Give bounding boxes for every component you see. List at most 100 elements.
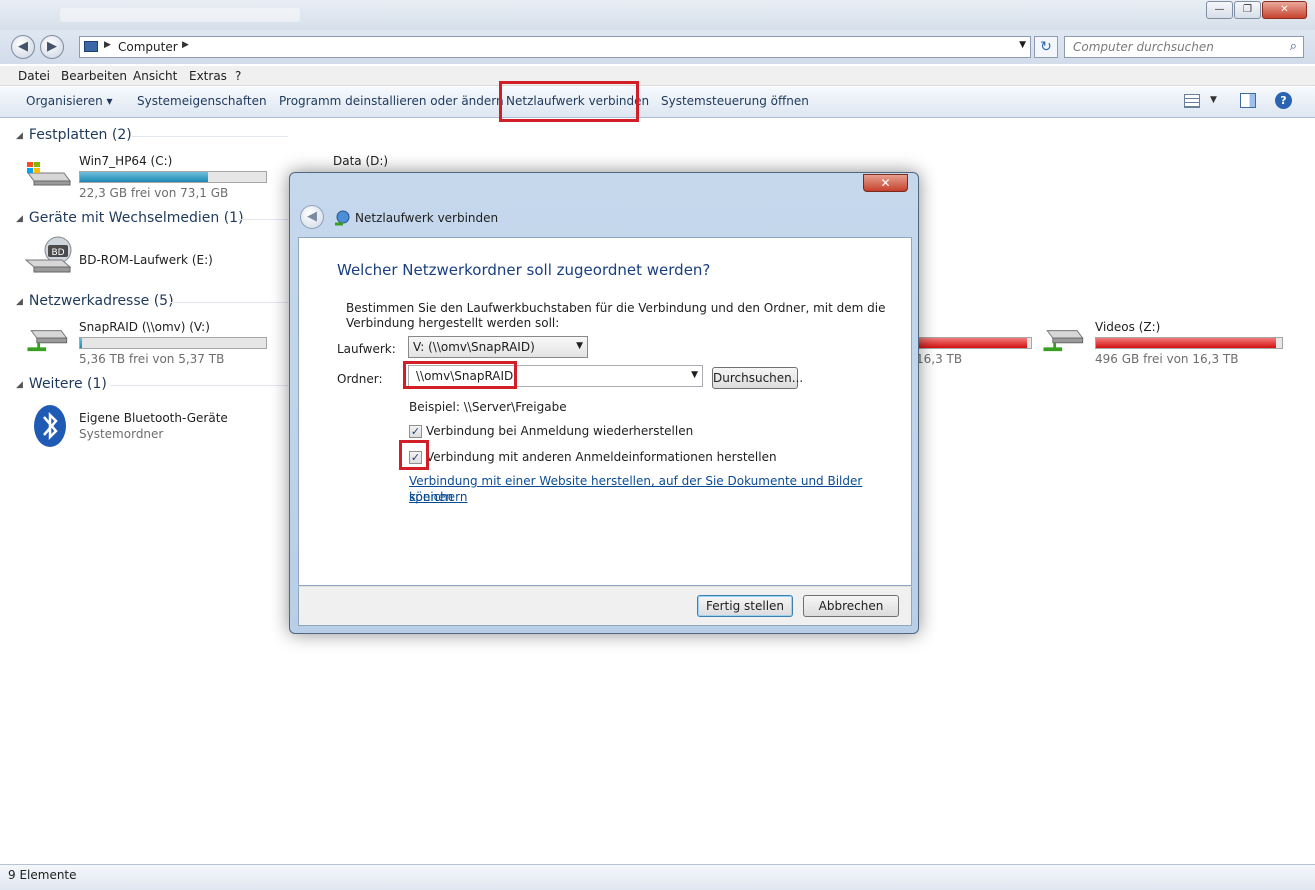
breadcrumb-computer[interactable]: Computer	[118, 40, 178, 54]
reconnect-label[interactable]: Verbindung bei Anmeldung wiederherstelle…	[426, 424, 693, 438]
drive-usage-bar	[79, 337, 267, 349]
group-header-removable[interactable]: ◢ Geräte mit Wechselmedien (1)	[16, 210, 244, 226]
computer-icon	[84, 41, 98, 52]
navigation-bar: ◀ ▶ ▶ Computer ▶ ▼ ↻ Computer durchsuche…	[0, 30, 1315, 64]
forward-button[interactable]: ▶	[40, 35, 64, 59]
dialog-footer: Fertig stellen Abbrechen	[298, 586, 912, 626]
bluetooth-icon	[34, 405, 66, 447]
group-title: Weitere (1)	[28, 376, 107, 392]
network-drive-icon	[27, 330, 68, 352]
collapse-icon[interactable]: ◢	[16, 214, 23, 224]
window-controls: — ❐ ✕	[1205, 1, 1307, 19]
menu-help[interactable]: ?	[235, 69, 241, 83]
open-control-panel-button[interactable]: Systemsteuerung öffnen	[661, 94, 809, 108]
collapse-icon[interactable]: ◢	[16, 380, 23, 390]
bd-label: BD	[51, 248, 64, 258]
minimize-button[interactable]: —	[1206, 1, 1233, 19]
bluetooth-devices[interactable]: Eigene Bluetooth-Geräte Systemordner	[24, 405, 286, 454]
group-header-other[interactable]: ◢ Weitere (1)	[16, 376, 107, 392]
group-divider	[170, 302, 288, 303]
group-title: Netzwerkadresse (5)	[28, 293, 174, 309]
command-bar: Organisieren ▾ Systemeigenschaften Progr…	[0, 87, 1315, 118]
network-drive-icon	[335, 210, 350, 226]
group-title: Geräte mit Wechselmedien (1)	[28, 210, 244, 226]
breadcrumb-arrow-icon[interactable]: ▶	[104, 40, 111, 50]
finish-button[interactable]: Fertig stellen	[697, 595, 793, 617]
drive-label: Laufwerk:	[337, 342, 396, 356]
windows-drive-icon	[27, 162, 71, 186]
drive-name: Videos (Z:)	[1095, 320, 1161, 334]
titlebar-blur	[60, 8, 300, 22]
view-dropdown-icon[interactable]: ▼	[1210, 95, 1217, 105]
menu-datei[interactable]: Datei	[18, 69, 50, 83]
map-network-drive-dialog: ✕ ◀ Netzlaufwerk verbinden Welcher Netzw…	[289, 172, 919, 634]
group-divider	[110, 385, 288, 386]
browse-button[interactable]: Durchsuchen...	[712, 367, 803, 389]
address-bar[interactable]: ▶ Computer ▶ ▼	[79, 36, 1031, 58]
uninstall-program-button[interactable]: Programm deinstallieren oder ändern	[279, 94, 504, 108]
drive-usage-bar	[79, 171, 267, 183]
website-link-continued[interactable]: können	[409, 489, 453, 505]
menu-extras[interactable]: Extras	[189, 69, 227, 83]
group-divider	[238, 219, 288, 220]
collapse-icon[interactable]: ◢	[16, 297, 23, 307]
group-divider	[132, 136, 288, 137]
search-icon[interactable]: ⌕	[1290, 39, 1297, 54]
group-header-hdd[interactable]: ◢ Festplatten (2)	[16, 127, 132, 143]
drive-name: Data (D:)	[333, 154, 389, 168]
group-header-network[interactable]: ◢ Netzwerkadresse (5)	[16, 293, 174, 309]
folder-label: Ordner:	[337, 372, 383, 386]
bd-rom-drive-icon: BD	[24, 236, 72, 273]
drive-name: BD-ROM-Laufwerk (E:)	[79, 253, 213, 267]
system-properties-button[interactable]: Systemeigenschaften	[137, 94, 267, 108]
close-button[interactable]: ✕	[1262, 1, 1307, 19]
example-text: Beispiel: \\Server\Freigabe	[409, 400, 567, 414]
dialog-content: Welcher Netzwerkordner soll zugeordnet w…	[298, 237, 912, 586]
highlight-map-drive	[499, 81, 639, 122]
dialog-title: Netzlaufwerk verbinden	[355, 211, 499, 225]
drive-letter-select[interactable]: V: (\\omv\SnapRAID) ▼	[408, 336, 588, 358]
other-credentials-label[interactable]: Verbindung mit anderen Anmeldeinformatio…	[426, 450, 777, 464]
help-icon[interactable]: ?	[1275, 92, 1292, 109]
website-link[interactable]: Verbindung mit einer Website herstellen,…	[409, 473, 911, 505]
highlight-credentials-checkbox	[399, 440, 429, 470]
drive-network-partial[interactable]: 16,3 TB	[906, 320, 1036, 366]
dialog-close-button[interactable]: ✕	[863, 174, 908, 192]
drive-usage-bar	[910, 337, 1032, 349]
highlight-folder-path	[403, 361, 517, 389]
group-title: Festplatten (2)	[28, 127, 132, 143]
refresh-button[interactable]: ↻	[1034, 36, 1058, 58]
dialog-back-button[interactable]: ◀	[300, 205, 324, 229]
menu-ansicht[interactable]: Ansicht	[133, 69, 177, 83]
chevron-down-icon[interactable]: ▼	[691, 370, 698, 380]
view-options-icon[interactable]	[1184, 94, 1200, 108]
search-input[interactable]: Computer durchsuchen ⌕	[1064, 36, 1304, 58]
maximize-button[interactable]: ❐	[1234, 1, 1261, 19]
dialog-description: Bestimmen Sie den Laufwerkbuchstaben für…	[346, 301, 886, 330]
drive-free-space: 16,3 TB	[916, 352, 963, 366]
window-titlebar: — ❐ ✕	[0, 0, 1315, 30]
reconnect-checkbox[interactable]: ✓	[409, 425, 422, 438]
menu-bearbeiten[interactable]: Bearbeiten	[61, 69, 127, 83]
cancel-button[interactable]: Abbrechen	[803, 595, 899, 617]
drive-v-snapraid[interactable]: SnapRAID (\\omv) (V:) 5,36 TB frei von 5…	[24, 320, 286, 366]
preview-pane-icon[interactable]	[1240, 93, 1256, 108]
drive-z-videos[interactable]: Videos (Z:) 496 GB frei von 16,3 TB	[1040, 320, 1290, 366]
collapse-icon[interactable]: ◢	[16, 131, 23, 141]
drive-usage-bar	[1095, 337, 1283, 349]
item-name: Eigene Bluetooth-Geräte	[79, 411, 228, 425]
menu-bar: Datei Bearbeiten Ansicht Extras ?	[0, 66, 1315, 86]
organize-button[interactable]: Organisieren ▾	[26, 94, 113, 108]
drive-free-space: 22,3 GB frei von 73,1 GB	[79, 186, 229, 200]
drive-bd-rom[interactable]: BD BD-ROM-Laufwerk (E:)	[24, 236, 284, 282]
drive-c[interactable]: Win7_HP64 (C:) 22,3 GB frei von 73,1 GB	[24, 154, 284, 200]
back-button[interactable]: ◀	[11, 35, 35, 59]
item-type: Systemordner	[79, 427, 164, 441]
address-dropdown-icon[interactable]: ▼	[1019, 40, 1026, 50]
status-bar: 9 Elemente	[0, 864, 1315, 890]
chevron-down-icon[interactable]: ▼	[576, 341, 583, 351]
checkmark-icon: ✓	[410, 425, 421, 438]
drive-free-space: 496 GB frei von 16,3 TB	[1095, 352, 1239, 366]
drive-free-space: 5,36 TB frei von 5,37 TB	[79, 352, 225, 366]
breadcrumb-arrow-icon[interactable]: ▶	[182, 40, 189, 50]
